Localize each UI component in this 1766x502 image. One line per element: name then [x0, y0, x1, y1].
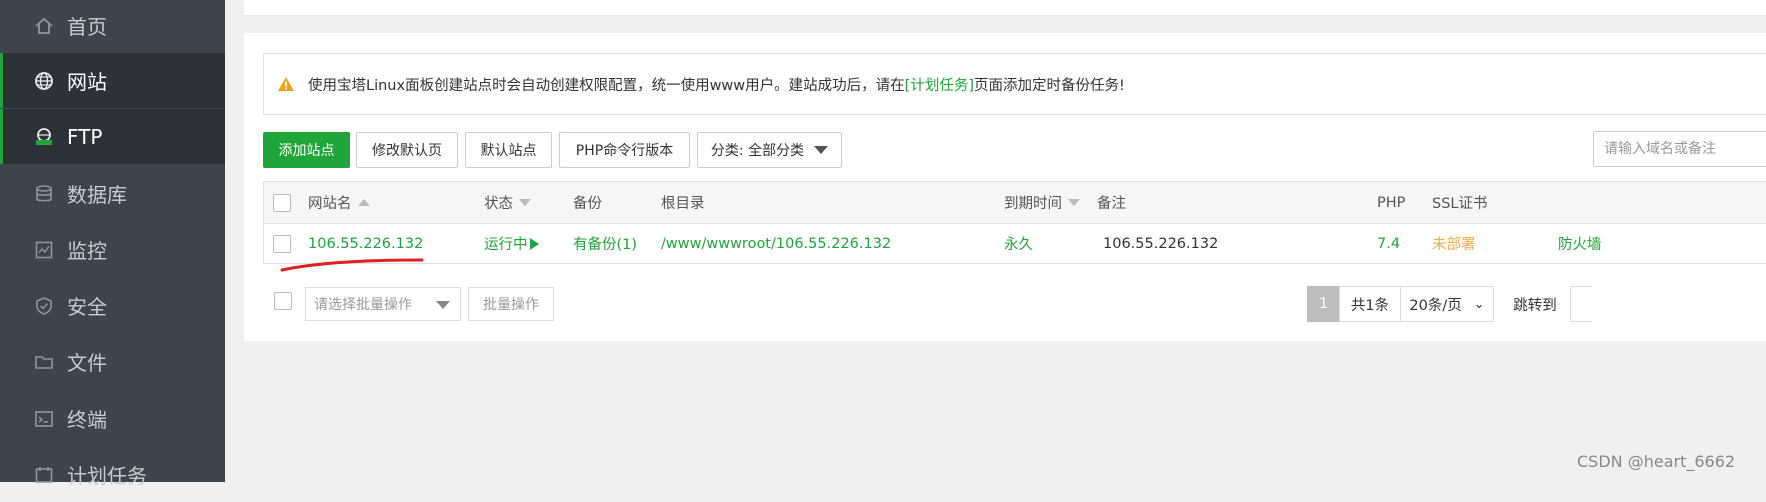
shield-icon	[36, 296, 52, 315]
home-icon	[35, 17, 53, 34]
sidebar-item-database[interactable]: 数据库	[0, 166, 225, 221]
col-ssl: SSL证书	[1432, 196, 1488, 212]
firewall-link[interactable]: 防火墙	[1558, 224, 1602, 263]
site-panel: 使用宝塔Linux面板创建站点时会自动创建权限配置，统一使用www用户。建站成功…	[244, 33, 1766, 341]
batch-action-placeholder: 请选择批量操作	[314, 297, 412, 313]
edit-default-page-button[interactable]: 修改默认页	[356, 132, 458, 168]
sidebar-item-label: 数据库	[67, 183, 127, 207]
sidebar-item-home[interactable]: 首页	[0, 0, 225, 53]
sidebar-item-terminal[interactable]: 终端	[0, 391, 225, 446]
chevron-down-icon: ⌄	[1473, 296, 1485, 312]
monitor-icon	[35, 241, 53, 258]
col-expire[interactable]: 到期时间	[1004, 182, 1080, 223]
select-all-checkbox[interactable]	[273, 193, 291, 212]
jump-label: 跳转到	[1500, 286, 1570, 322]
default-site-button[interactable]: 默认站点	[465, 132, 552, 168]
col-root: 根目录	[661, 196, 705, 212]
sidebar-item-label: 终端	[67, 408, 107, 432]
add-site-button[interactable]: 添加站点	[263, 132, 350, 168]
sidebar-item-files[interactable]: 文件	[0, 334, 225, 389]
col-php: PHP	[1377, 194, 1406, 211]
col-expire-label: 到期时间	[1004, 196, 1062, 212]
chevron-down-icon	[436, 301, 450, 309]
col-remark: 备注	[1097, 196, 1126, 212]
globe-icon	[35, 71, 53, 90]
remark-field[interactable]: 106.55.226.132	[1103, 224, 1218, 263]
backup-link[interactable]: 有备份(1)	[573, 224, 637, 263]
chevron-down-icon	[814, 146, 829, 154]
warning-icon	[278, 77, 294, 91]
alert-text-end: 页面添加定时备份任务!	[973, 77, 1125, 94]
sidebar-item-label: 计划任务	[67, 464, 147, 488]
database-icon	[36, 184, 52, 201]
ssl-status-link[interactable]: 未部署	[1432, 224, 1476, 263]
category-select-label: 分类: 全部分类	[710, 143, 805, 159]
sort-desc-icon	[1068, 199, 1080, 206]
col-status-label: 状态	[484, 196, 513, 212]
per-page-select[interactable]: 20条/页 ⌄	[1400, 286, 1494, 322]
folder-icon	[35, 355, 53, 369]
php-cli-version-button[interactable]: PHP命令行版本	[559, 132, 690, 168]
ftp-icon	[36, 127, 52, 145]
footer-checkbox[interactable]	[274, 292, 292, 310]
select-all-cell	[273, 182, 291, 223]
col-site-name[interactable]: 网站名	[308, 182, 370, 223]
total-count: 共1条	[1339, 286, 1401, 322]
php-version-link[interactable]: 7.4	[1377, 224, 1400, 263]
sidebar-item-label: 监控	[67, 239, 107, 263]
col-site-name-label: 网站名	[308, 196, 352, 212]
status-toggle[interactable]: 运行中	[484, 224, 539, 263]
sidebar-item-label: 首页	[67, 15, 107, 39]
per-page-label: 20条/页	[1409, 297, 1462, 314]
sidebar-item-security[interactable]: 安全	[0, 278, 225, 333]
site-table: 网站名 状态 备份 根目录 到期时间 备注 PHP SSL证书 106.55.2…	[263, 181, 1766, 264]
search-input[interactable]	[1593, 131, 1766, 167]
sidebar-item-label: 安全	[67, 295, 107, 319]
alert-message: 使用宝塔Linux面板创建站点时会自动创建权限配置，统一使用www用户。建站成功…	[308, 74, 1125, 95]
sidebar-item-ftp[interactable]: FTP	[0, 109, 225, 164]
red-underline-annotation	[280, 258, 424, 272]
watermark: CSDN @heart_6662	[1577, 452, 1736, 471]
top-card	[244, 0, 1766, 16]
col-status[interactable]: 状态	[484, 182, 531, 223]
cron-link[interactable]: [计划任务]	[905, 78, 974, 94]
table-row: 106.55.226.132 运行中 有备份(1) /www/wwwroot/1…	[264, 224, 1766, 263]
sort-asc-icon	[357, 199, 370, 206]
sidebar-item-label: 网站	[67, 70, 107, 94]
expire-link[interactable]: 永久	[1004, 224, 1033, 263]
jump-page-input[interactable]	[1570, 286, 1592, 322]
info-alert: 使用宝塔Linux面板创建站点时会自动创建权限配置，统一使用www用户。建站成功…	[263, 53, 1766, 115]
terminal-icon	[35, 410, 53, 427]
status-label: 运行中	[484, 237, 528, 253]
sidebar-item-cron[interactable]: 计划任务	[0, 447, 225, 502]
batch-action-button[interactable]: 批量操作	[468, 287, 554, 321]
footer-select-cell	[274, 292, 292, 310]
sidebar-item-monitor[interactable]: 监控	[0, 222, 225, 277]
page-1-button[interactable]: 1	[1307, 286, 1340, 322]
sidebar: 首页 网站 FTP 数据库 监控 安全 文件 终端 计划任务	[0, 0, 225, 488]
sidebar-item-website[interactable]: 网站	[0, 53, 225, 108]
sort-desc-icon	[519, 199, 531, 206]
play-icon	[529, 237, 539, 250]
alert-text: 使用宝塔Linux面板创建站点时会自动创建权限配置，统一使用www用户。建站成功…	[308, 77, 905, 94]
col-backup: 备份	[573, 196, 602, 212]
root-dir-link[interactable]: /www/wwwroot/106.55.226.132	[661, 224, 891, 263]
category-select[interactable]: 分类: 全部分类	[697, 132, 842, 168]
batch-action-select[interactable]: 请选择批量操作	[305, 287, 461, 321]
table-header: 网站名 状态 备份 根目录 到期时间 备注 PHP SSL证书	[264, 182, 1766, 224]
sidebar-item-label: 文件	[67, 351, 107, 375]
sidebar-item-label: FTP	[67, 124, 103, 149]
